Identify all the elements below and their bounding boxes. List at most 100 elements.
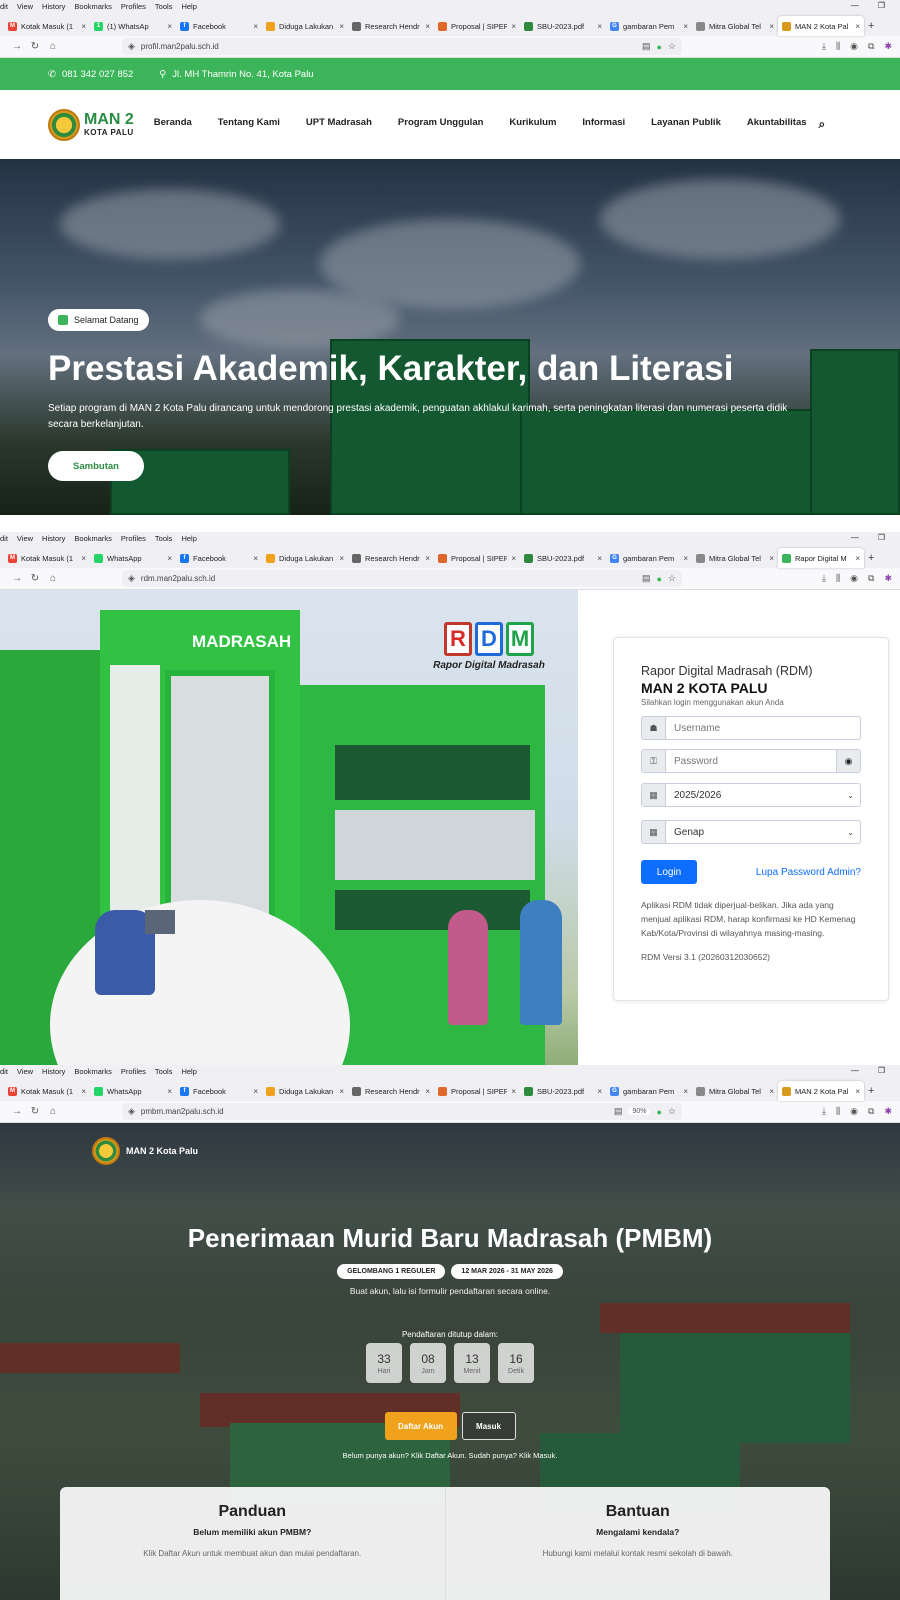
browser-tab[interactable]: f Facebook × — [176, 1081, 262, 1101]
close-tab-icon[interactable]: × — [597, 1087, 602, 1096]
browser-tab[interactable]: SBU-2023.pdf × — [520, 1081, 606, 1101]
close-tab-icon[interactable]: × — [167, 22, 172, 31]
close-tab-icon[interactable]: × — [511, 22, 516, 31]
browser-tab[interactable]: f Facebook × — [176, 548, 262, 568]
new-tab-icon[interactable]: + — [868, 548, 882, 568]
browser-tab[interactable]: SBU-2023.pdf × — [520, 548, 606, 568]
library-icon[interactable]: ⫼ — [836, 1106, 840, 1117]
close-tab-icon[interactable]: × — [683, 554, 688, 563]
sambutan-button[interactable]: Sambutan — [48, 451, 144, 481]
phone-number[interactable]: 081 342 027 852 — [62, 69, 133, 80]
new-tab-icon[interactable]: + — [868, 16, 882, 36]
browser-tab[interactable]: MAN 2 Kota Pal × — [778, 1081, 864, 1101]
account-icon[interactable]: ◉ — [850, 1106, 858, 1117]
close-tab-icon[interactable]: × — [425, 22, 430, 31]
close-tab-icon[interactable]: × — [425, 1087, 430, 1096]
browser-tab[interactable]: WhatsApp × — [90, 548, 176, 568]
download-icon[interactable]: ⤓ — [822, 573, 826, 584]
close-tab-icon[interactable]: × — [81, 554, 86, 563]
browser-tab[interactable]: 1 (1) WhatsAp × — [90, 16, 176, 36]
close-tab-icon[interactable]: × — [167, 554, 172, 563]
close-tab-icon[interactable]: × — [769, 22, 774, 31]
menu-tools[interactable]: Tools — [155, 1067, 173, 1076]
addon-icon[interactable]: ✱ — [884, 41, 892, 52]
login-button[interactable]: Login — [641, 860, 697, 884]
menu-edit[interactable]: dit — [0, 1067, 8, 1076]
school-logo[interactable]: MAN 2 KOTA PALU — [48, 108, 134, 141]
browser-tab[interactable]: f Facebook × — [176, 16, 262, 36]
nav-kurikulum[interactable]: Kurikulum — [509, 117, 556, 132]
browser-tab[interactable]: Proposal | SIPER × — [434, 548, 520, 568]
menu-bookmarks[interactable]: Bookmarks — [74, 534, 112, 543]
address-bar[interactable]: ◈ rdm.man2palu.sch.id ▤ ● ☆ — [122, 570, 682, 587]
menu-view[interactable]: View — [17, 2, 33, 11]
browser-tab[interactable]: M Kotak Masuk (1 × — [4, 16, 90, 36]
browser-tab[interactable]: Ggambaran Pem × — [606, 16, 692, 36]
forgot-password-link[interactable]: Lupa Password Admin? — [756, 867, 861, 878]
browser-tab[interactable]: SBU-2023.pdf × — [520, 16, 606, 36]
password-input[interactable]: Password — [666, 750, 836, 772]
menu-help[interactable]: Help — [181, 1067, 196, 1076]
close-tab-icon[interactable]: × — [81, 22, 86, 31]
download-icon[interactable]: ⤓ — [822, 1106, 826, 1117]
reload-icon[interactable]: ↻ — [26, 1106, 44, 1117]
menu-edit[interactable]: dit — [0, 2, 8, 11]
username-input[interactable]: Username — [666, 717, 860, 739]
extensions-icon[interactable]: ⧉ — [868, 41, 874, 52]
extension-dot-icon[interactable]: ● — [656, 42, 661, 52]
menu-help[interactable]: Help — [181, 2, 196, 11]
restore-icon[interactable]: ❐ — [878, 1066, 885, 1075]
menu-tools[interactable]: Tools — [155, 534, 173, 543]
close-tab-icon[interactable]: × — [769, 554, 774, 563]
extension-dot-icon[interactable]: ● — [656, 574, 661, 584]
addon-icon[interactable]: ✱ — [884, 573, 892, 584]
reload-icon[interactable]: ↻ — [26, 573, 44, 584]
library-icon[interactable]: ⫼ — [836, 573, 840, 584]
close-tab-icon[interactable]: × — [855, 1087, 860, 1096]
nav-upt-madrasah[interactable]: UPT Madrasah — [306, 117, 372, 132]
browser-tab[interactable]: Rapor Digital M × — [778, 548, 864, 568]
menu-edit[interactable]: dit — [0, 534, 8, 543]
close-tab-icon[interactable]: × — [253, 1087, 258, 1096]
bookmark-star-icon[interactable]: ☆ — [668, 1106, 676, 1117]
account-icon[interactable]: ◉ — [850, 573, 858, 584]
minimize-icon[interactable]: — — [851, 533, 859, 542]
browser-tab[interactable]: Research Hendr × — [348, 16, 434, 36]
home-icon[interactable]: ⌂ — [44, 573, 62, 584]
menu-profiles[interactable]: Profiles — [121, 1067, 146, 1076]
browser-tab[interactable]: Ggambaran Pem × — [606, 548, 692, 568]
menu-history[interactable]: History — [42, 2, 65, 11]
browser-tab[interactable]: Proposal | SIPER × — [434, 16, 520, 36]
close-tab-icon[interactable]: × — [339, 1087, 344, 1096]
search-icon[interactable]: ⌕ — [819, 117, 826, 132]
menu-profiles[interactable]: Profiles — [121, 2, 146, 11]
nav-akuntabilitas[interactable]: Akuntabilitas — [747, 117, 807, 132]
reader-icon[interactable]: ▤ — [642, 41, 651, 52]
library-icon[interactable]: ⫼ — [836, 41, 840, 52]
browser-tab[interactable]: Mitra Global Tel × — [692, 1081, 778, 1101]
back-icon[interactable]: → — [8, 41, 26, 52]
close-tab-icon[interactable]: × — [855, 554, 860, 563]
extensions-icon[interactable]: ⧉ — [868, 1106, 874, 1117]
extension-dot-icon[interactable]: ● — [656, 1107, 661, 1117]
nav-program-unggulan[interactable]: Program Unggulan — [398, 117, 484, 132]
close-tab-icon[interactable]: × — [253, 22, 258, 31]
close-tab-icon[interactable]: × — [425, 554, 430, 563]
nav-tentang-kami[interactable]: Tentang Kami — [218, 117, 280, 132]
nav-layanan-publik[interactable]: Layanan Publik — [651, 117, 721, 132]
browser-tab[interactable]: WhatsApp × — [90, 1081, 176, 1101]
close-tab-icon[interactable]: × — [683, 1087, 688, 1096]
minimize-icon[interactable]: — — [851, 1, 859, 10]
menu-view[interactable]: View — [17, 534, 33, 543]
reader-icon[interactable]: ▤ — [642, 573, 651, 584]
close-tab-icon[interactable]: × — [339, 22, 344, 31]
menu-bookmarks[interactable]: Bookmarks — [74, 2, 112, 11]
nav-beranda[interactable]: Beranda — [154, 117, 192, 132]
browser-tab[interactable]: Diduga Lakukan × — [262, 1081, 348, 1101]
close-tab-icon[interactable]: × — [597, 22, 602, 31]
browser-tab[interactable]: Research Hendr × — [348, 548, 434, 568]
sign-in-button[interactable]: Masuk — [461, 1412, 516, 1440]
browser-tab[interactable]: M Kotak Masuk (1 × — [4, 548, 90, 568]
back-icon[interactable]: → — [8, 573, 26, 584]
browser-tab[interactable]: Diduga Lakukan × — [262, 548, 348, 568]
